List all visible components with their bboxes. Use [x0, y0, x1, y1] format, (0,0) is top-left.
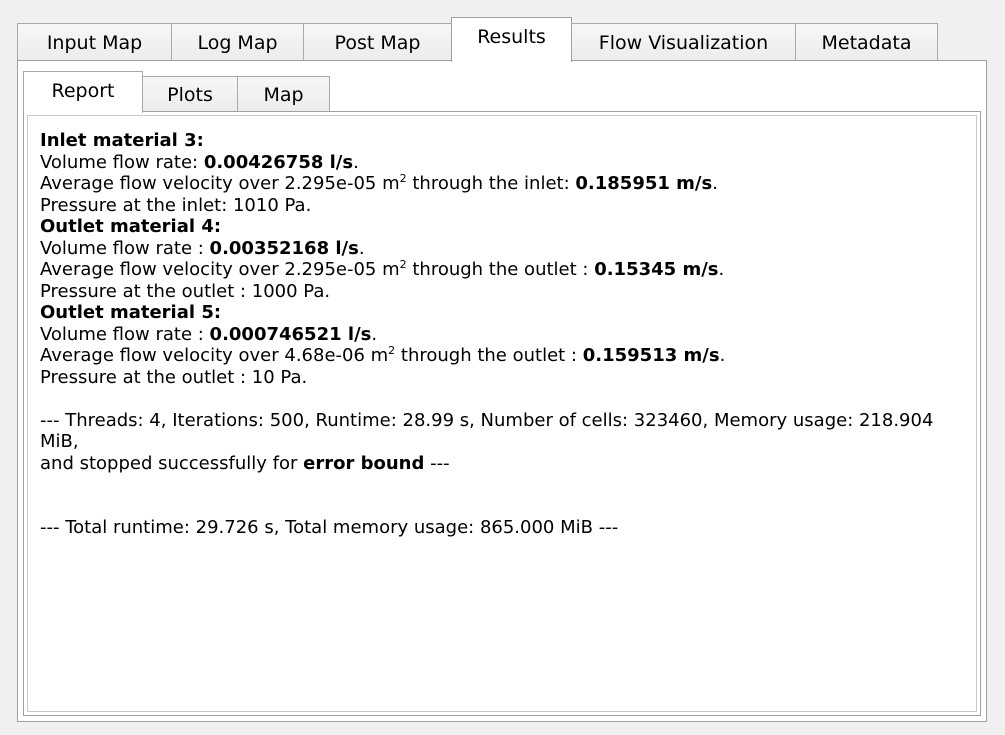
inlet-3-velocity: Average flow velocity over 2.295e-05 m2 …	[40, 172, 718, 194]
run-stats-line: --- Threads: 4, Iterations: 500, Runtime…	[40, 409, 934, 453]
main-tab-bar: Input Map Log Map Post Map Results Flow …	[17, 17, 938, 62]
tab-plots[interactable]: Plots	[142, 76, 238, 112]
outlet-5-heading: Outlet material 5:	[40, 302, 222, 323]
results-window: Input Map Log Map Post Map Results Flow …	[0, 0, 1005, 735]
outlet-5-velocity: Average flow velocity over 4.68e-06 m2 t…	[40, 344, 726, 366]
outlet-4-heading: Outlet material 4:	[40, 216, 222, 237]
tab-log-map[interactable]: Log Map	[171, 23, 304, 61]
tab-report[interactable]: Report	[23, 71, 143, 113]
outlet-4-pressure: Pressure at the outlet : 1000 Pa.	[40, 280, 331, 302]
report-frame: Inlet material 3: Volume flow rate: 0.00…	[23, 111, 981, 716]
inlet-3-flow-rate: Volume flow rate: 0.00426758 l/s.	[40, 151, 359, 173]
tab-flow-visualization[interactable]: Flow Visualization	[571, 23, 796, 61]
outlet-5-flow-rate: Volume flow rate : 0.000746521 l/s.	[40, 323, 378, 345]
inlet-3-pressure: Pressure at the inlet: 1010 Pa.	[40, 194, 312, 216]
tab-metadata[interactable]: Metadata	[795, 23, 938, 61]
results-panel: Report Plots Map Inlet material 3: Volum…	[17, 60, 987, 722]
outlet-4-flow-rate: Volume flow rate : 0.00352168 l/s.	[40, 237, 365, 259]
total-line: --- Total runtime: 29.726 s, Total memor…	[40, 517, 619, 538]
tab-post-map[interactable]: Post Map	[303, 23, 452, 61]
stopped-line: and stopped successfully for error bound…	[40, 452, 450, 474]
outlet-5-pressure: Pressure at the outlet : 10 Pa.	[40, 366, 308, 388]
tab-results[interactable]: Results	[451, 17, 572, 62]
inlet-3-heading: Inlet material 3:	[40, 130, 204, 151]
results-sub-tab-bar: Report Plots Map	[23, 70, 330, 113]
tab-map[interactable]: Map	[237, 76, 330, 112]
tab-input-map[interactable]: Input Map	[17, 23, 172, 61]
report-text-area[interactable]: Inlet material 3: Volume flow rate: 0.00…	[27, 115, 977, 712]
outlet-4-velocity: Average flow velocity over 2.295e-05 m2 …	[40, 258, 725, 280]
